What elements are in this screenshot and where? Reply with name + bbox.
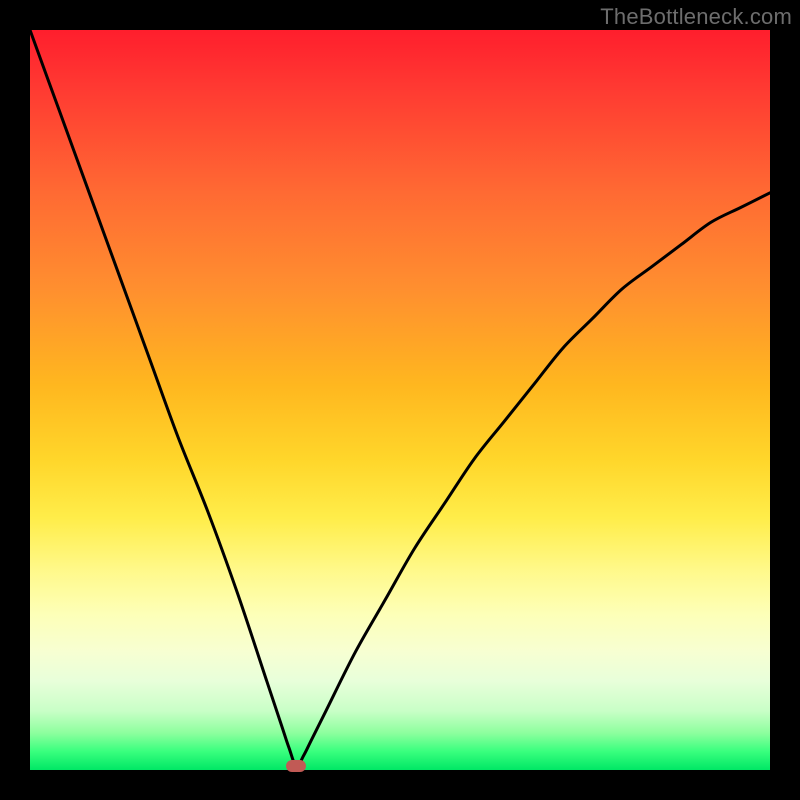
plot-area [30, 30, 770, 770]
chart-frame: TheBottleneck.com [0, 0, 800, 800]
bottleneck-curve [30, 30, 770, 766]
watermark-text: TheBottleneck.com [600, 4, 792, 30]
optimal-point-marker [286, 760, 306, 772]
curve-svg [30, 30, 770, 770]
